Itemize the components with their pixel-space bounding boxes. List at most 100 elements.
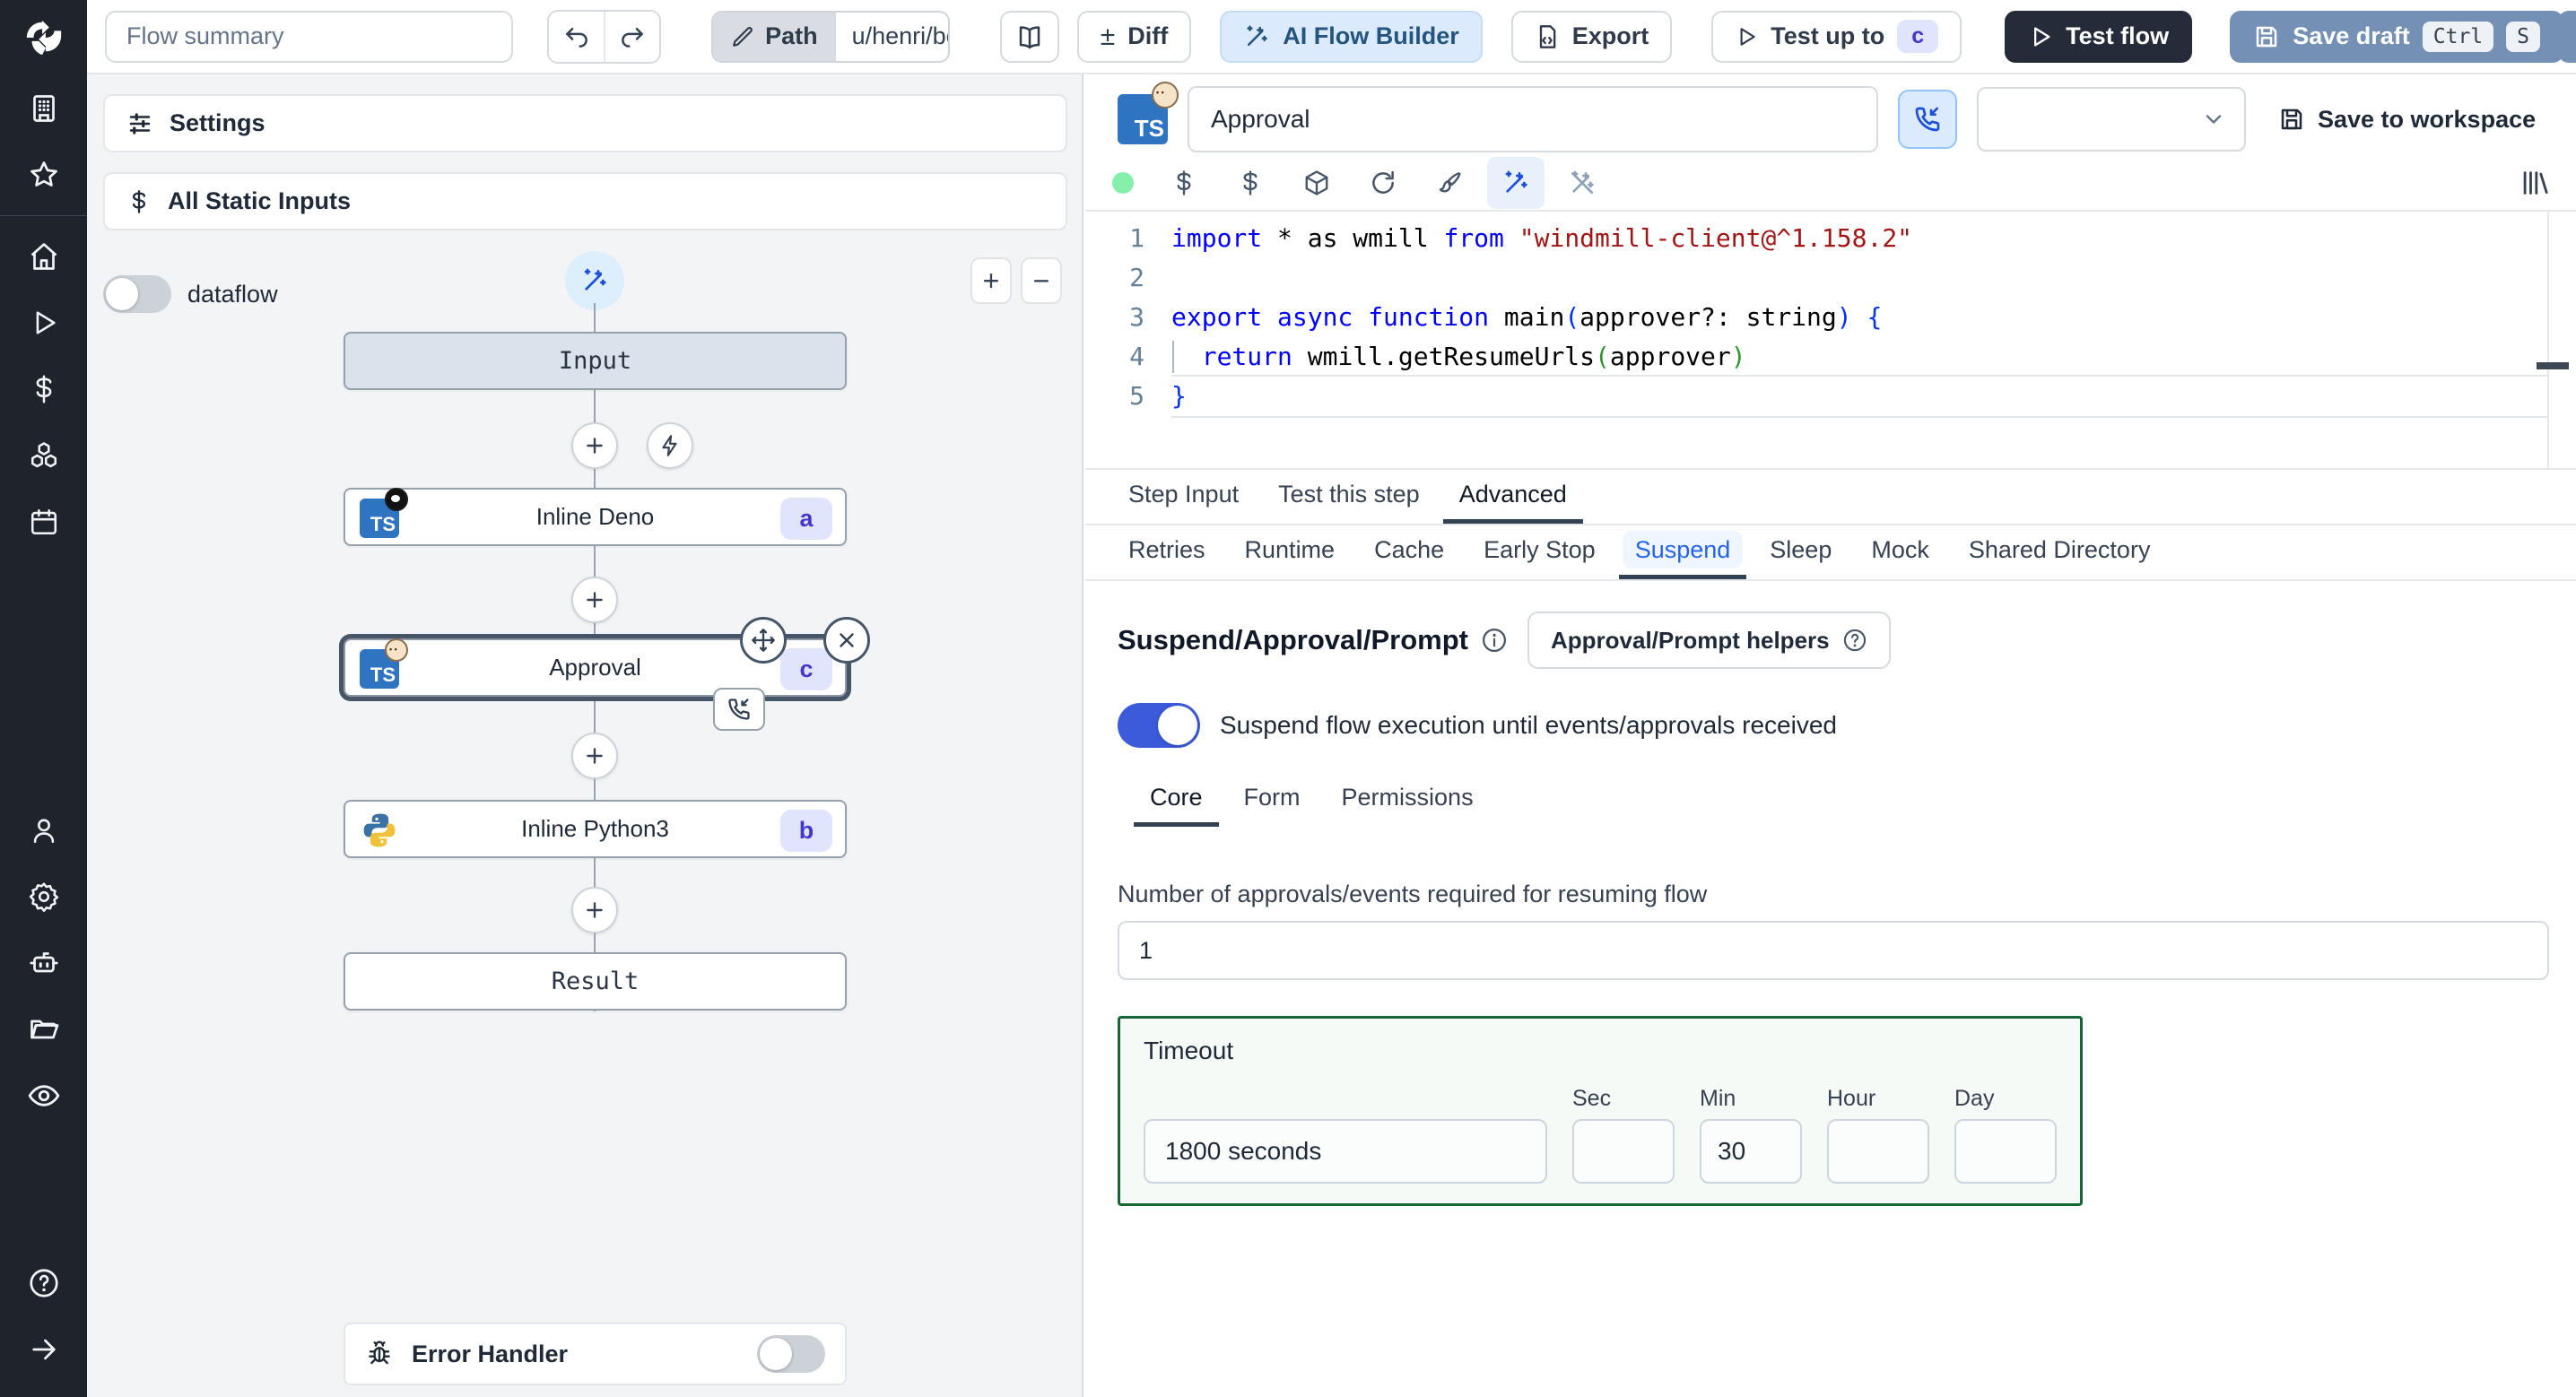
test-up-to-button[interactable]: Test up to c (1711, 10, 1962, 63)
tab-test-this-step[interactable]: Test this step (1262, 481, 1436, 524)
collapse-arrow-icon[interactable] (0, 1316, 87, 1383)
timeout-min-input[interactable] (1700, 1119, 1802, 1184)
home-icon[interactable] (0, 223, 87, 290)
tab-runtime[interactable]: Runtime (1229, 536, 1352, 579)
step-tabs: Step Input Test this step Advanced (1085, 470, 2576, 525)
diff-button[interactable]: ± Diff (1076, 10, 1192, 63)
kbd-s: S (2506, 21, 2540, 52)
reload-button[interactable] (1354, 157, 1412, 209)
node-label: Approval (549, 654, 641, 681)
code-lines: import * as wmill from "windmill-client@… (1171, 219, 2549, 418)
tab-early-stop[interactable]: Early Stop (1467, 536, 1612, 579)
package-icon (1305, 170, 1328, 195)
timeout-hour-input[interactable] (1827, 1119, 1929, 1184)
dataflow-toggle[interactable] (103, 275, 171, 313)
redo-button[interactable] (604, 11, 660, 62)
zoom-out-button[interactable]: − (1021, 257, 1062, 304)
tab-retries[interactable]: Retries (1112, 536, 1222, 579)
settings-gear-icon[interactable] (0, 863, 87, 930)
deploy-button-partial[interactable] (2558, 11, 2576, 63)
tab-advanced[interactable]: Advanced (1442, 481, 1583, 524)
timeout-sec-input[interactable] (1572, 1119, 1675, 1184)
tab-shared-directory[interactable]: Shared Directory (1953, 536, 2167, 579)
audit-eye-icon[interactable] (0, 1063, 87, 1129)
test-flow-button[interactable]: Test flow (2005, 10, 2193, 63)
add-step-button[interactable] (571, 733, 618, 779)
tab-core[interactable]: Core (1134, 784, 1219, 827)
tab-suspend[interactable]: Suspend (1618, 531, 1747, 579)
add-step-button[interactable] (571, 887, 618, 933)
approval-phone-button[interactable] (1898, 90, 1957, 149)
add-variable-button[interactable] (1155, 157, 1213, 209)
flow-node-inline-python3[interactable]: Inline Python3 b (344, 800, 847, 858)
all-static-inputs-button[interactable]: All Static Inputs (103, 172, 1067, 230)
approval-prompt-helpers-button[interactable]: Approval/Prompt helpers (1527, 612, 1891, 669)
tab-step-input[interactable]: Step Input (1112, 481, 1255, 524)
approvals-count-input[interactable] (1118, 921, 2549, 980)
ai-flow-builder-button[interactable]: AI Flow Builder (1220, 10, 1483, 63)
package-icon-button[interactable] (1288, 157, 1345, 209)
windmill-logo[interactable] (0, 0, 87, 75)
flow-node-input[interactable]: Input (344, 332, 847, 390)
brush-icon (1439, 172, 1461, 193)
tab-cache[interactable]: Cache (1358, 536, 1460, 579)
format-brush-button[interactable] (1421, 157, 1478, 209)
graph-ai-wand-button[interactable] (565, 251, 624, 310)
export-button[interactable]: Export (1510, 10, 1673, 63)
step-name-input[interactable] (1188, 86, 1878, 152)
typescript-bun-icon: TS (1118, 82, 1179, 144)
typescript-deno-icon: TS (360, 488, 408, 538)
ai-disabled-button[interactable] (1553, 157, 1611, 209)
saved-status-dot (1112, 172, 1134, 194)
zoom-in-button[interactable]: + (970, 257, 1012, 304)
undo-button[interactable] (548, 11, 605, 62)
move-step-button[interactable] (740, 617, 787, 664)
error-handler-toggle[interactable] (757, 1335, 825, 1373)
delete-step-button[interactable] (823, 617, 870, 664)
add-step-button[interactable] (571, 577, 618, 623)
info-icon[interactable] (1481, 627, 1508, 654)
folders-icon[interactable] (0, 996, 87, 1063)
help-circle-icon (1843, 629, 1866, 652)
workspace-icon[interactable] (0, 75, 87, 142)
help-icon[interactable] (0, 1250, 87, 1316)
flow-settings-button[interactable]: Settings (103, 94, 1067, 152)
code-line: import * as wmill from "windmill-client@… (1171, 223, 1913, 253)
docs-book-button[interactable] (999, 10, 1059, 63)
node-label: Inline Python3 (521, 815, 669, 842)
add-resource-button[interactable] (1222, 157, 1279, 209)
tab-form[interactable]: Form (1228, 784, 1317, 827)
step-id-badge: c (780, 648, 832, 690)
step-id-badge: a (780, 498, 832, 540)
language-select[interactable] (1977, 87, 2246, 152)
flow-node-result[interactable]: Result (344, 952, 847, 1011)
workers-robot-icon[interactable] (0, 930, 87, 996)
library-icon-button[interactable] (2519, 168, 2549, 198)
ai-assistant-button[interactable] (1487, 157, 1545, 209)
schedules-calendar-icon[interactable] (0, 489, 87, 555)
timeout-display: 1800 seconds (1144, 1119, 1547, 1184)
users-person-icon[interactable] (0, 797, 87, 863)
add-trigger-button[interactable] (647, 422, 693, 469)
suspend-enable-toggle[interactable] (1118, 703, 1200, 748)
advanced-tabs: Retries Runtime Cache Early Stop Suspend… (1085, 525, 2576, 581)
suspend-phone-indicator[interactable] (713, 688, 765, 731)
tab-permissions[interactable]: Permissions (1326, 784, 1490, 827)
python-icon (363, 813, 396, 847)
variables-dollar-icon[interactable] (0, 356, 87, 422)
runs-play-icon[interactable] (0, 290, 87, 356)
timeout-day-input[interactable] (1954, 1119, 2057, 1184)
suspend-sub-tabs: Core Form Permissions (1118, 784, 2549, 829)
save-to-workspace-button[interactable]: Save to workspace (2278, 106, 2536, 134)
add-step-button[interactable] (571, 422, 618, 469)
flow-node-inline-deno[interactable]: TS Inline Deno a (344, 488, 847, 546)
flow-summary-input[interactable] (105, 10, 513, 63)
save-draft-button[interactable]: Save draft Ctrl S (2230, 10, 2563, 63)
path-button[interactable]: Path u/henri/bes (711, 10, 950, 63)
tab-mock[interactable]: Mock (1855, 536, 1945, 579)
resources-cubes-icon[interactable] (0, 422, 87, 489)
favorites-star-icon[interactable] (0, 142, 87, 208)
tab-sleep[interactable]: Sleep (1754, 536, 1848, 579)
editor-toolbar (1085, 152, 2576, 210)
code-editor[interactable]: 12345 import * as wmill from "windmill-c… (1085, 210, 2576, 470)
